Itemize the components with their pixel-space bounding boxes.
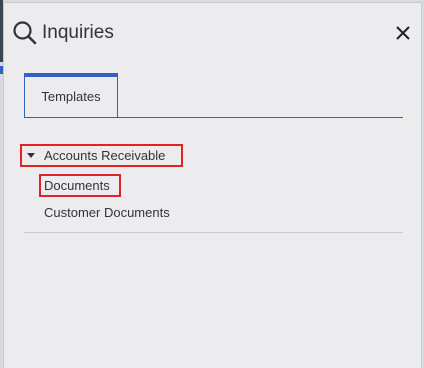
- panel-title: Inquiries: [42, 22, 114, 43]
- close-icon: [391, 26, 415, 49]
- tree-group-label: Accounts Receivable: [44, 148, 166, 163]
- tree-item-customer-documents[interactable]: Customer Documents: [44, 205, 170, 221]
- divider: [24, 232, 403, 233]
- tab-templates[interactable]: Templates: [24, 73, 118, 117]
- inquiries-panel: Inquiries Templates Accounts Receivable …: [3, 2, 422, 368]
- panel-header: Inquiries: [4, 3, 421, 59]
- tree-item-label: Documents: [44, 178, 110, 193]
- caret-down-icon[interactable]: [27, 153, 35, 158]
- search-icon: [12, 20, 38, 46]
- tree-item-documents[interactable]: Documents: [39, 174, 121, 197]
- close-button[interactable]: [391, 21, 415, 45]
- tab-bar: Templates: [24, 73, 403, 118]
- tree-group-accounts-receivable[interactable]: Accounts Receivable: [20, 144, 183, 167]
